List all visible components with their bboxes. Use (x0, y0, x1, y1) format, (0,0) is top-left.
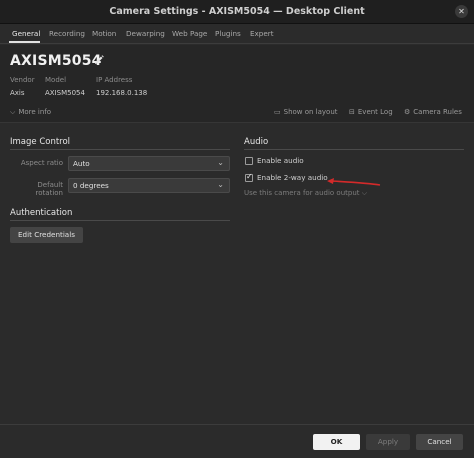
more-info-toggle[interactable]: ⌵ More info (10, 108, 51, 117)
window-titlebar: Camera Settings - AXISM5054 — Desktop Cl… (0, 0, 474, 24)
tab-dewarping[interactable]: Dewarping (126, 29, 165, 38)
ip-label: IP Address (96, 76, 133, 84)
ip-value: 192.168.0.138 (96, 89, 148, 97)
default-rotation-label: Default rotation (35, 181, 63, 197)
tab-recording[interactable]: Recording (49, 29, 85, 38)
audio-title: Audio (244, 137, 269, 147)
model-value: AXISM5054 (45, 89, 85, 97)
event-log-button[interactable]: ⊟ Event Log (349, 108, 393, 116)
chevron-down-icon: ⌄ (217, 158, 224, 167)
tab-expert[interactable]: Expert (250, 29, 274, 38)
aspect-ratio-label: Aspect ratio (20, 159, 63, 167)
chevron-down-icon: ⌄ (217, 180, 224, 189)
rules-icon: ⚙ (404, 108, 411, 116)
camera-name: AXISM5054 (10, 53, 102, 69)
dialog-footer: OK Apply Cancel (0, 424, 474, 458)
default-rotation-select[interactable]: 0 degrees ⌄ (68, 178, 230, 193)
ok-button[interactable]: OK (313, 434, 360, 450)
tab-web-page[interactable]: Web Page (172, 29, 207, 38)
edit-pencil-icon[interactable] (93, 54, 105, 66)
chevron-down-icon: ⌵ (10, 108, 16, 116)
active-tab-indicator (9, 41, 40, 43)
camera-rules-label: Camera Rules (413, 108, 462, 116)
settings-tabs: General Recording Motion Dewarping Web P… (0, 24, 474, 44)
image-control-title: Image Control (10, 137, 71, 147)
image-control-divider (10, 149, 230, 150)
authentication-title: Authentication (10, 208, 73, 218)
audio-output-label: Use this camera for audio output (244, 189, 360, 197)
enable-audio-checkbox[interactable] (245, 157, 253, 165)
window-title: Camera Settings - AXISM5054 — Desktop Cl… (109, 6, 365, 17)
more-info-label: More info (18, 108, 52, 116)
camera-rules-button[interactable]: ⚙ Camera Rules (404, 108, 462, 116)
layout-icon: ▭ (274, 108, 281, 116)
audio-divider (244, 149, 464, 150)
tab-motion[interactable]: Motion (92, 29, 116, 38)
chevron-down-icon: ⌵ (361, 189, 368, 197)
cancel-button[interactable]: Cancel (416, 434, 463, 450)
edit-credentials-button[interactable]: Edit Credentials (10, 227, 83, 243)
enable-2way-audio-label: Enable 2-way audio (257, 173, 328, 182)
annotation-arrow-icon (327, 178, 381, 186)
authentication-divider (10, 220, 230, 221)
event-log-icon: ⊟ (349, 108, 355, 116)
model-label: Model (45, 76, 67, 84)
default-rotation-value: 0 degrees (73, 181, 109, 190)
vendor-label: Vendor (10, 76, 35, 84)
general-settings-panel: Image Control Aspect ratio Auto ⌄ Defaul… (0, 124, 474, 424)
event-log-label: Event Log (357, 108, 393, 116)
aspect-ratio-select[interactable]: Auto ⌄ (68, 156, 230, 171)
show-on-layout-label: Show on layout (283, 108, 338, 116)
camera-header: AXISM5054 Vendor Model IP Address Axis A… (0, 45, 474, 123)
enable-audio-label: Enable audio (257, 156, 304, 165)
window-close-button[interactable]: ✕ (455, 5, 468, 18)
tab-general[interactable]: General (12, 29, 40, 38)
aspect-ratio-value: Auto (73, 159, 90, 168)
show-on-layout-button[interactable]: ▭ Show on layout (274, 108, 338, 116)
audio-output-dropdown[interactable]: Use this camera for audio output ⌵ (244, 189, 367, 198)
apply-button[interactable]: Apply (366, 434, 410, 450)
enable-2way-audio-checkbox[interactable] (245, 172, 253, 182)
vendor-value: Axis (10, 89, 25, 97)
tab-plugins[interactable]: Plugins (215, 29, 241, 38)
